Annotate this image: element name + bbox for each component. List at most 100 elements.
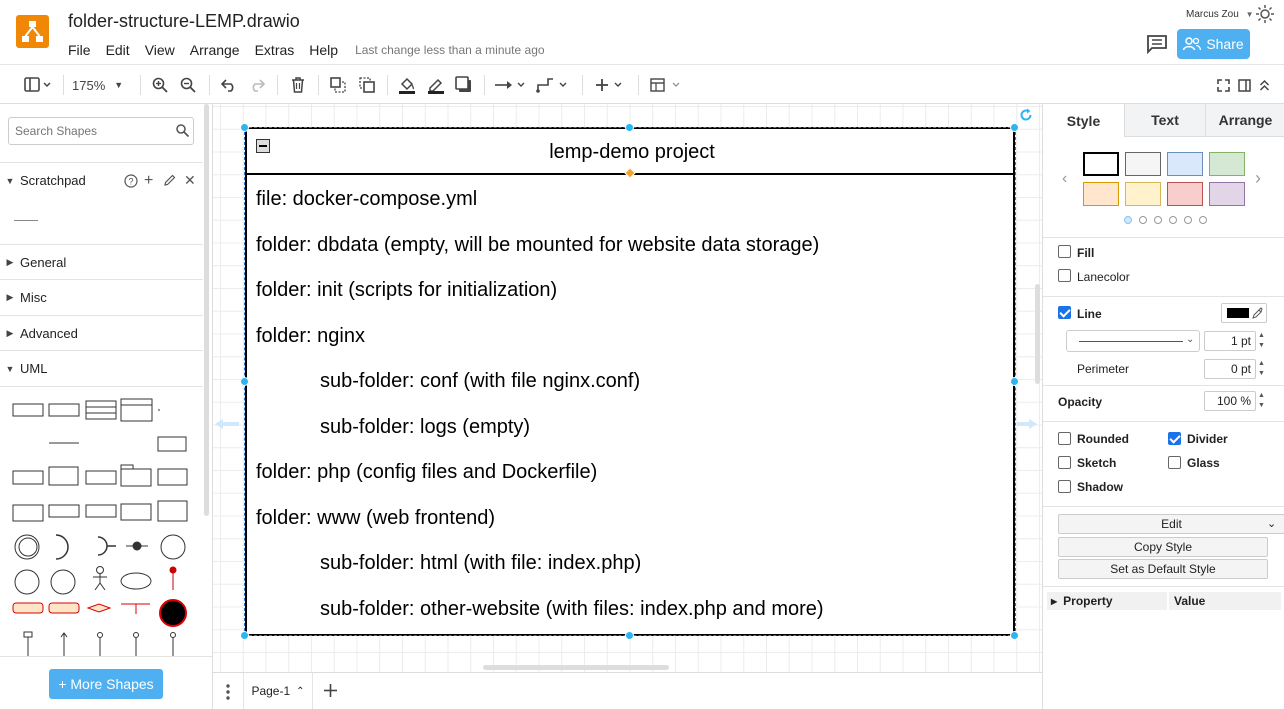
resize-handle[interactable]	[240, 123, 249, 132]
swatch-page-dot[interactable]	[1154, 216, 1162, 224]
divider-checkbox[interactable]	[1168, 432, 1181, 445]
style-swatch-1[interactable]	[1083, 152, 1119, 176]
copy-style-button[interactable]: Copy Style	[1058, 537, 1268, 557]
tab-page-1[interactable]: Page-1 ⌃	[243, 673, 313, 709]
swatch-page-dot[interactable]	[1199, 216, 1207, 224]
sidebar-section-misc[interactable]: ▶ Misc	[0, 279, 203, 315]
property-column-header[interactable]: ▶ Property	[1047, 592, 1167, 610]
list-item[interactable]: sub-folder: other-website (with files: i…	[320, 598, 824, 621]
menu-help[interactable]: Help	[309, 42, 338, 58]
style-swatch-8[interactable]	[1209, 182, 1245, 206]
tab-style[interactable]: Style	[1043, 104, 1124, 137]
resize-handle[interactable]	[240, 377, 249, 386]
close-icon[interactable]: ✕	[184, 172, 196, 189]
zoom-in-icon[interactable]	[150, 74, 170, 96]
shadow-icon[interactable]	[454, 74, 474, 96]
search-shapes-field[interactable]	[8, 117, 194, 145]
search-input[interactable]	[9, 118, 169, 144]
resize-handle[interactable]	[1010, 123, 1019, 132]
document-title[interactable]: folder-structure-LEMP.drawio	[68, 11, 300, 32]
fullscreen-icon[interactable]	[1215, 74, 1231, 96]
rotate-icon[interactable]	[1019, 108, 1033, 122]
swatch-page-dot[interactable]	[1124, 216, 1132, 224]
format-panel-icon[interactable]	[1236, 74, 1252, 96]
last-change-status[interactable]: Last change less than a minute ago	[355, 43, 544, 57]
line-pattern-select[interactable]: ⌄	[1066, 330, 1200, 352]
share-button[interactable]: Share	[1177, 29, 1250, 59]
list-item[interactable]: sub-folder: logs (empty)	[320, 416, 530, 439]
tab-arrange[interactable]: Arrange	[1205, 104, 1284, 137]
style-swatch-5[interactable]	[1083, 182, 1119, 206]
redo-icon[interactable]	[247, 74, 267, 96]
horizontal-scrollbar[interactable]	[483, 665, 669, 670]
menu-view[interactable]: View	[145, 42, 175, 58]
resize-handle[interactable]	[240, 631, 249, 640]
list-item[interactable]: folder: www (web frontend)	[256, 507, 495, 530]
delete-icon[interactable]	[288, 74, 308, 96]
lemp-demo-container[interactable]: lemp-demo project file: docker-compose.y…	[245, 127, 1015, 636]
comments-icon[interactable]	[1146, 34, 1168, 54]
set-default-style-button[interactable]: Set as Default Style	[1058, 559, 1268, 579]
chevron-left-icon[interactable]: ‹	[1062, 170, 1067, 188]
resize-handle[interactable]	[1010, 377, 1019, 386]
collapse-toolbar-icon[interactable]	[1256, 74, 1272, 96]
style-swatch-7[interactable]	[1167, 182, 1203, 206]
edit-pencil-icon[interactable]	[164, 174, 176, 186]
stepper-icon[interactable]: ▲ ▼	[1258, 391, 1265, 411]
help-icon[interactable]: ?	[124, 174, 138, 188]
stepper-icon[interactable]: ▲ ▼	[1258, 359, 1265, 379]
to-back-icon[interactable]	[357, 74, 377, 96]
format-panel-toggle-button[interactable]	[20, 74, 54, 96]
waypoints-dropdown[interactable]	[536, 74, 572, 96]
arrow-right-icon[interactable]	[1017, 419, 1037, 429]
sidebar-section-advanced[interactable]: ▶ Advanced	[0, 315, 203, 351]
add-icon[interactable]: +	[144, 172, 153, 190]
resize-handle[interactable]	[1010, 631, 1019, 640]
line-color-picker[interactable]	[1221, 303, 1267, 323]
undo-icon[interactable]	[219, 74, 239, 96]
menu-arrange[interactable]: Arrange	[190, 42, 240, 58]
user-account-menu[interactable]: Marcus Zou ▼	[1186, 9, 1254, 20]
theme-sun-icon[interactable]	[1256, 5, 1274, 23]
line-width-input[interactable]: 1 pt	[1204, 331, 1256, 351]
add-page-icon[interactable]	[323, 683, 338, 698]
style-swatch-2[interactable]	[1125, 152, 1161, 176]
vertical-scrollbar[interactable]	[1035, 284, 1040, 384]
swatch-page-dot[interactable]	[1139, 216, 1147, 224]
resize-handle[interactable]	[625, 123, 634, 132]
shadow-checkbox[interactable]	[1058, 480, 1071, 493]
menu-file[interactable]: File	[68, 42, 91, 58]
sidebar-scrollbar[interactable]	[204, 104, 209, 516]
list-item[interactable]: sub-folder: conf (with file nginx.conf)	[320, 370, 640, 393]
opacity-input[interactable]: 100 %	[1204, 391, 1256, 411]
list-item[interactable]: folder: dbdata (empty, will be mounted f…	[256, 234, 819, 257]
perimeter-input[interactable]: 0 pt	[1204, 359, 1256, 379]
line-color-icon[interactable]	[426, 74, 446, 96]
style-swatch-6[interactable]	[1125, 182, 1161, 206]
resize-handle[interactable]	[625, 631, 634, 640]
lanecolor-checkbox[interactable]	[1058, 269, 1071, 282]
menu-extras[interactable]: Extras	[255, 42, 295, 58]
swatch-page-dot[interactable]	[1169, 216, 1177, 224]
rounded-checkbox[interactable]	[1058, 432, 1071, 445]
list-item[interactable]: file: docker-compose.yml	[256, 188, 477, 211]
search-icon[interactable]	[176, 124, 189, 137]
list-item[interactable]: folder: nginx	[256, 325, 365, 348]
edit-dropdown[interactable]: Edit ⌄	[1058, 514, 1284, 534]
table-dropdown[interactable]	[649, 74, 685, 96]
line-checkbox[interactable]	[1058, 306, 1071, 319]
list-item[interactable]: sub-folder: html (with file: index.php)	[320, 552, 641, 575]
more-shapes-button[interactable]: + More Shapes	[49, 669, 163, 699]
zoom-out-icon[interactable]	[178, 74, 198, 96]
connection-style-dropdown[interactable]	[494, 74, 530, 96]
pages-menu-icon[interactable]	[225, 684, 231, 700]
fill-checkbox[interactable]	[1058, 245, 1071, 258]
chevron-right-icon[interactable]: ›	[1255, 168, 1261, 189]
tab-text[interactable]: Text	[1124, 104, 1205, 137]
fill-color-icon[interactable]	[397, 74, 417, 96]
uml-class-shape[interactable]	[12, 403, 44, 417]
sidebar-section-general[interactable]: ▶ General	[0, 244, 203, 280]
glass-checkbox[interactable]	[1168, 456, 1181, 469]
list-item[interactable]: folder: init (scripts for initialization…	[256, 279, 557, 302]
sidebar-section-uml[interactable]: ▼ UML	[0, 350, 203, 386]
